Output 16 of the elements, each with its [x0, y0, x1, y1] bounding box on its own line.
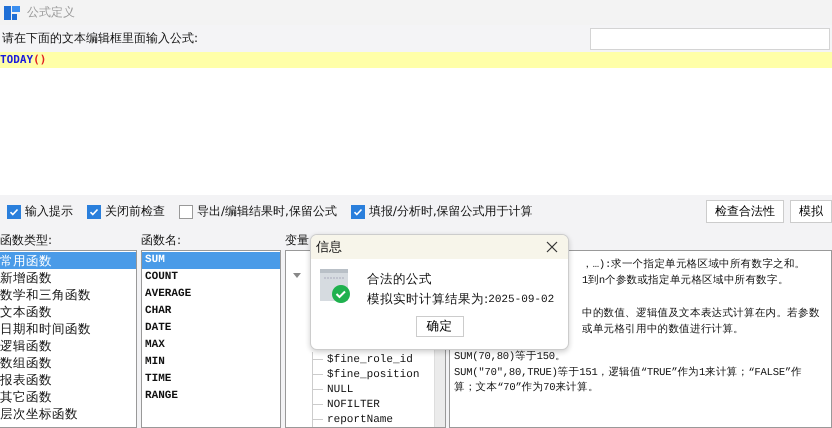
column-label: 函数名:	[141, 232, 182, 249]
description-text: ，…):求一个指定单元格区域中所有数字之和。	[582, 259, 806, 271]
dialog-title: 信息	[316, 239, 342, 256]
dialog-message: 合法的公式	[367, 271, 433, 288]
column-label: 变量	[285, 232, 309, 249]
window-title: 公式定义	[27, 4, 75, 21]
description-text: 中的数值、逻辑值及文本表达式计算在内。若参数	[582, 308, 820, 320]
description-text: 算；文本“70”作为70来计算。	[454, 382, 599, 394]
description-text: SUM(70,80)等于150。	[454, 351, 566, 363]
prompt-label: 请在下面的文本编辑框里面输入公式:	[2, 30, 198, 47]
description-text: SUM("70",80,TRUE)等于151，逻辑值“TRUE”作为1来计算；“FALSE”作	[454, 366, 802, 378]
description-text: 1到n个参数或指定单元格区域中所有数字。	[582, 274, 789, 286]
column-label: 函数类型:	[0, 232, 52, 249]
result-label: 模拟实时计算结果为:	[367, 291, 488, 308]
result-value: 2025-09-02	[488, 294, 554, 306]
description-text: 或单元格引用中的数值进行计算。	[582, 324, 744, 336]
